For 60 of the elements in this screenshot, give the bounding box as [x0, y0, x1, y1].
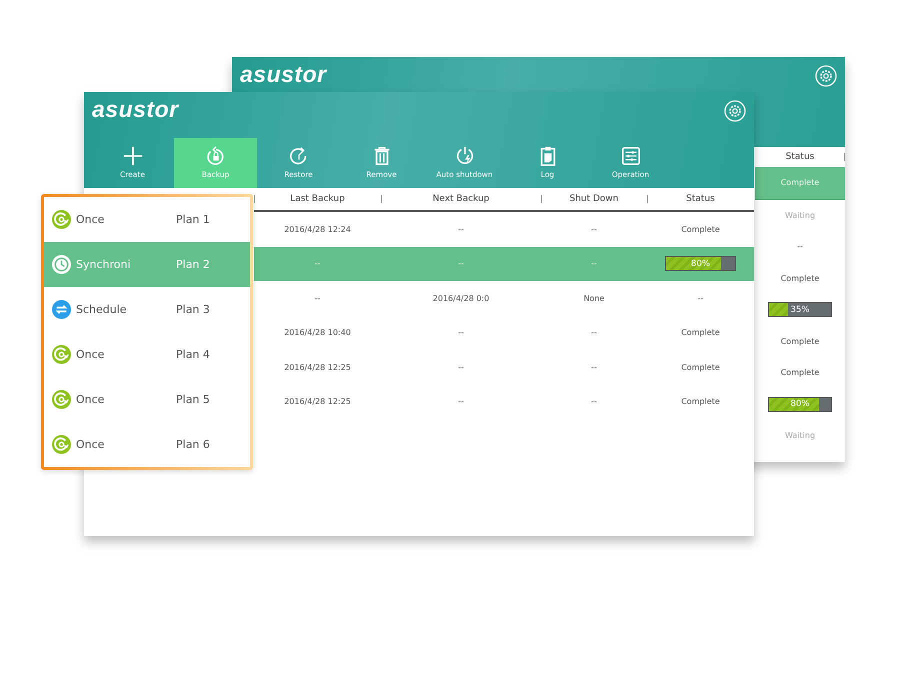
table-row[interactable]: Complete: [755, 326, 845, 357]
status-text: Complete: [780, 178, 820, 188]
status-text: Waiting: [784, 210, 816, 220]
progress-bar: 80%: [768, 396, 832, 412]
shut-down-text: --: [591, 328, 597, 338]
column-header: Next Backup: [432, 194, 490, 204]
settings-icon[interactable]: [724, 100, 746, 122]
shut-down-text: --: [591, 259, 597, 268]
last-backup-text: 2016/4/28 10:40: [284, 328, 351, 338]
table-row[interactable]: Complete: [755, 357, 845, 388]
circular-arrow-lock-icon: [206, 146, 226, 166]
progress-bar: 35%: [768, 302, 832, 318]
status-text: --: [797, 242, 803, 252]
status-text: Complete: [780, 368, 820, 378]
status-text: Complete: [681, 397, 720, 406]
plus-icon: [122, 146, 142, 166]
next-backup-text: --: [458, 328, 464, 338]
power-bolt-icon: [454, 146, 474, 166]
shut-down-text: None: [584, 294, 604, 303]
table-row[interactable]: 35%: [755, 294, 845, 326]
shut-down-text: --: [591, 224, 597, 234]
last-backup-text: --: [314, 259, 320, 268]
next-backup-text: 2016/4/28 0:0: [432, 294, 490, 303]
next-backup-text: --: [458, 224, 464, 234]
shut-down-text: --: [591, 397, 597, 406]
circular-arrow-icon: [288, 146, 308, 166]
logo: asustor: [92, 96, 179, 122]
status-text: Complete: [681, 224, 720, 234]
last-backup-text: 2016/4/28 12:24: [284, 224, 351, 234]
logo: asustor: [240, 61, 327, 87]
next-backup-text: --: [458, 397, 464, 406]
shut-down-text: --: [591, 362, 597, 372]
status-text: Complete: [681, 362, 720, 372]
table-row[interactable]: 2016/4/28 10:40 -- -- Complete: [254, 316, 754, 350]
last-backup-text: 2016/4/28 12:25: [284, 362, 351, 372]
column-header: Status: [686, 194, 715, 204]
next-backup-text: --: [458, 259, 464, 268]
progress-bar: 80%: [665, 256, 736, 272]
table-row[interactable]: Complete: [755, 262, 845, 294]
trash-icon: [372, 146, 392, 166]
table-row[interactable]: -- 2016/4/28 0:0 None --: [254, 281, 754, 316]
table-row[interactable]: 2016/4/28 12:25 -- -- Complete: [254, 384, 754, 419]
table-row[interactable]: 2016/4/28 12:24 -- -- Complete: [254, 212, 754, 246]
last-backup-text: --: [314, 294, 320, 303]
status-text: Complete: [780, 274, 820, 283]
clock-icon: [52, 255, 71, 274]
table-row[interactable]: --: [755, 231, 845, 262]
status-text: Complete: [780, 336, 820, 346]
status-text: Complete: [681, 328, 720, 338]
next-backup-text: --: [458, 362, 464, 372]
column-header: Status: [786, 152, 814, 162]
status-text: Waiting: [784, 431, 816, 440]
column-header: Last Backup: [290, 194, 345, 204]
last-backup-text: 2016/4/28 12:25: [284, 397, 351, 406]
column-header: Shut Down: [569, 194, 618, 204]
list-panel-icon: [620, 146, 640, 166]
swap-arrows-icon: [52, 300, 71, 319]
settings-icon[interactable]: [815, 65, 837, 87]
table-row[interactable]: 2016/4/28 12:25 -- -- Complete: [254, 350, 754, 384]
status-text: --: [698, 294, 704, 303]
